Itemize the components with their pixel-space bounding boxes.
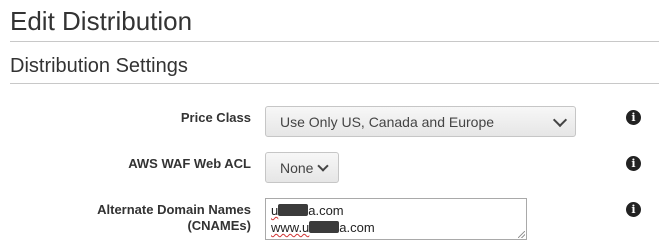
redaction-block <box>278 204 309 216</box>
cname-2-prefix: www.u <box>271 220 310 235</box>
chevron-down-icon <box>317 159 329 172</box>
redaction-block <box>309 221 340 233</box>
page-title: Edit Distribution <box>10 6 193 36</box>
chevron-down-icon <box>552 112 568 127</box>
waf-value: None <box>280 159 314 176</box>
cnames-label-line2: (CNAMEs) <box>187 218 251 233</box>
cnames-label-line1: Alternate Domain Names <box>97 202 251 217</box>
price-class-value: Use Only US, Canada and Europe <box>280 113 495 130</box>
info-icon[interactable]: i <box>626 156 641 171</box>
title-divider <box>10 41 659 42</box>
info-icon[interactable]: i <box>626 110 641 125</box>
cname-line-1: u a.com <box>271 202 521 219</box>
price-class-select[interactable]: Use Only US, Canada and Europe <box>265 106 576 137</box>
price-class-label: Price Class <box>180 110 251 125</box>
resize-handle[interactable] <box>518 231 525 238</box>
cname-2-suffix: a.com <box>339 220 375 235</box>
cname-line-2: www.u a.com <box>271 219 521 236</box>
section-divider <box>10 83 659 84</box>
cnames-textarea[interactable]: u a.com www.u a.com <box>265 198 527 240</box>
cnames-label: Alternate Domain Names (CNAMEs) <box>97 202 251 234</box>
waf-select[interactable]: None <box>265 152 339 183</box>
cname-1-suffix: a.com <box>308 203 344 218</box>
cname-1-prefix: u <box>271 203 279 218</box>
info-icon[interactable]: i <box>626 202 641 217</box>
section-title: Distribution Settings <box>10 55 188 77</box>
waf-label: AWS WAF Web ACL <box>128 156 251 171</box>
